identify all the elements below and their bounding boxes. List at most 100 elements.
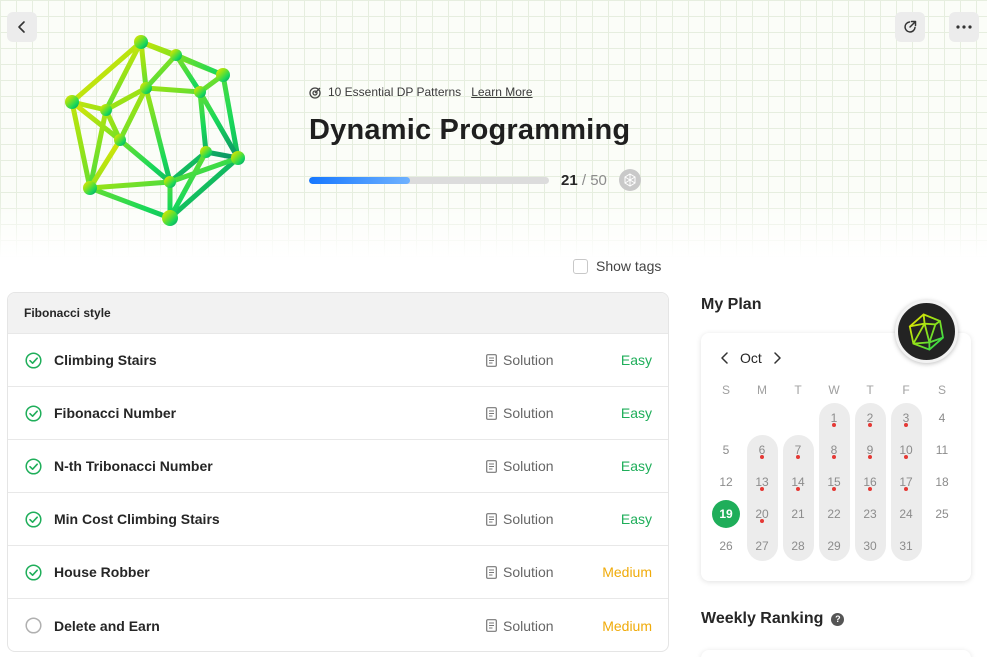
calendar-day[interactable]: 25: [924, 498, 960, 530]
problem-row[interactable]: N-th Tribonacci Number Solution Easy: [8, 440, 668, 493]
calendar-day[interactable]: 3: [888, 402, 924, 434]
problem-row[interactable]: Climbing Stairs Solution Easy: [8, 334, 668, 387]
day-number: 23: [863, 507, 877, 521]
calendar-day[interactable]: 2: [852, 402, 888, 434]
weekday-label: S: [721, 383, 730, 397]
plan-marker-dot: [832, 487, 836, 491]
problem-title[interactable]: Climbing Stairs: [54, 352, 157, 368]
day-number: 5: [722, 443, 730, 457]
problem-row[interactable]: Min Cost Climbing Stairs Solution Easy: [8, 493, 668, 546]
plan-avatar[interactable]: [895, 300, 958, 363]
calendar-day[interactable]: 30: [852, 530, 888, 562]
solved-count: 21: [561, 171, 578, 189]
solution-label: Solution: [503, 405, 554, 421]
calendar-day[interactable]: 10: [888, 434, 924, 466]
group-header: Fibonacci style: [8, 293, 668, 334]
progress-fill: [309, 176, 410, 184]
learn-more-link[interactable]: Learn More: [471, 85, 532, 99]
help-icon[interactable]: ?: [831, 612, 845, 626]
document-icon: [486, 459, 497, 473]
day-number: 31: [899, 539, 913, 553]
polyhedron-icon: [624, 173, 636, 187]
day-number: 24: [899, 507, 913, 521]
calendar-day[interactable]: 31: [888, 530, 924, 562]
calendar-day[interactable]: 12: [708, 466, 744, 498]
calendar-day[interactable]: 9: [852, 434, 888, 466]
day-number: 27: [755, 539, 769, 553]
patterns-line: 10 Essential DP Patterns Learn More: [309, 84, 641, 100]
calendar-day[interactable]: 18: [924, 466, 960, 498]
calendar-day[interactable]: 15: [816, 466, 852, 498]
weekday-label: M: [757, 383, 767, 397]
calendar-day-today[interactable]: 19: [708, 498, 744, 530]
chevron-left-icon: [18, 21, 25, 33]
problem-row[interactable]: House Robber Solution Medium: [8, 546, 668, 599]
back-button[interactable]: [7, 12, 37, 42]
calendar-day[interactable]: 17: [888, 466, 924, 498]
day-number: 19: [719, 507, 733, 521]
calendar-day[interactable]: 26: [708, 530, 744, 562]
problem-row[interactable]: Fibonacci Number Solution Easy: [8, 387, 668, 440]
calendar-day[interactable]: 23: [852, 498, 888, 530]
my-plan-title: My Plan: [701, 296, 762, 313]
calendar-day[interactable]: 11: [924, 434, 960, 466]
document-icon: [486, 353, 497, 367]
solution-link[interactable]: Solution: [486, 618, 554, 634]
solution-link[interactable]: Solution: [486, 511, 554, 527]
problem-title[interactable]: Delete and Earn: [54, 618, 160, 634]
unsolved-circle-icon: [25, 617, 42, 634]
weekly-ranking-label: Weekly Ranking: [701, 610, 824, 627]
weekly-ranking-card: [701, 650, 971, 657]
plan-marker-dot: [832, 455, 836, 459]
day-number: 21: [791, 507, 805, 521]
page-title: Dynamic Programming: [309, 114, 631, 146]
calendar-day[interactable]: 24: [888, 498, 924, 530]
chevron-left-icon: [720, 352, 728, 364]
solution-link[interactable]: Solution: [486, 352, 554, 368]
solved-check-icon: [25, 352, 42, 369]
calendar-day[interactable]: 13: [744, 466, 780, 498]
calendar-day[interactable]: 16: [852, 466, 888, 498]
calendar-day[interactable]: 5: [708, 434, 744, 466]
day-number: 22: [827, 507, 841, 521]
more-options-button[interactable]: [949, 12, 979, 42]
calendar-day[interactable]: 4: [924, 402, 960, 434]
calendar-day[interactable]: 29: [816, 530, 852, 562]
prev-month-button[interactable]: [718, 351, 730, 365]
problem-title[interactable]: N-th Tribonacci Number: [54, 458, 213, 474]
next-month-button[interactable]: [772, 351, 784, 365]
calendar-day[interactable]: 8: [816, 434, 852, 466]
calendar-day[interactable]: 14: [780, 466, 816, 498]
difficulty-label: Easy: [620, 405, 652, 421]
plan-marker-dot: [796, 455, 800, 459]
show-tags-toggle[interactable]: Show tags: [573, 258, 661, 274]
progress-bar: [309, 176, 549, 184]
solution-link[interactable]: Solution: [486, 564, 554, 580]
problem-title[interactable]: Fibonacci Number: [54, 405, 176, 421]
calendar-day[interactable]: 28: [780, 530, 816, 562]
calendar-day[interactable]: 1: [816, 402, 852, 434]
solution-label: Solution: [503, 458, 554, 474]
day-number: 18: [935, 475, 949, 489]
document-icon: [486, 619, 497, 632]
calendar-day[interactable]: 7: [780, 434, 816, 466]
problem-row[interactable]: Delete and Earn Solution Medium: [8, 599, 668, 651]
header-info: 10 Essential DP Patterns Learn More Dyna…: [309, 84, 641, 191]
share-button[interactable]: [895, 12, 925, 42]
solution-link[interactable]: Solution: [486, 405, 554, 421]
calendar-day[interactable]: 21: [780, 498, 816, 530]
problem-title[interactable]: House Robber: [54, 564, 150, 580]
show-tags-checkbox[interactable]: [573, 258, 588, 274]
calendar-day[interactable]: 6: [744, 434, 780, 466]
weekday-label: S: [937, 383, 946, 397]
plan-marker-dot: [868, 487, 872, 491]
day-number: 29: [827, 539, 841, 553]
calendar-day[interactable]: 22: [816, 498, 852, 530]
problem-title[interactable]: Min Cost Climbing Stairs: [54, 511, 220, 527]
progress-avatar[interactable]: [618, 169, 641, 191]
solution-link[interactable]: Solution: [486, 458, 554, 474]
calendar-day[interactable]: 20: [744, 498, 780, 530]
weekday-label: W: [828, 383, 840, 397]
calendar-day[interactable]: 27: [744, 530, 780, 562]
plan-calendar: Oct SMTWTFS 1 2 3 4 5 6 7 8 9 10 11 12 13 14 15 16 17 18 1…: [701, 333, 971, 581]
